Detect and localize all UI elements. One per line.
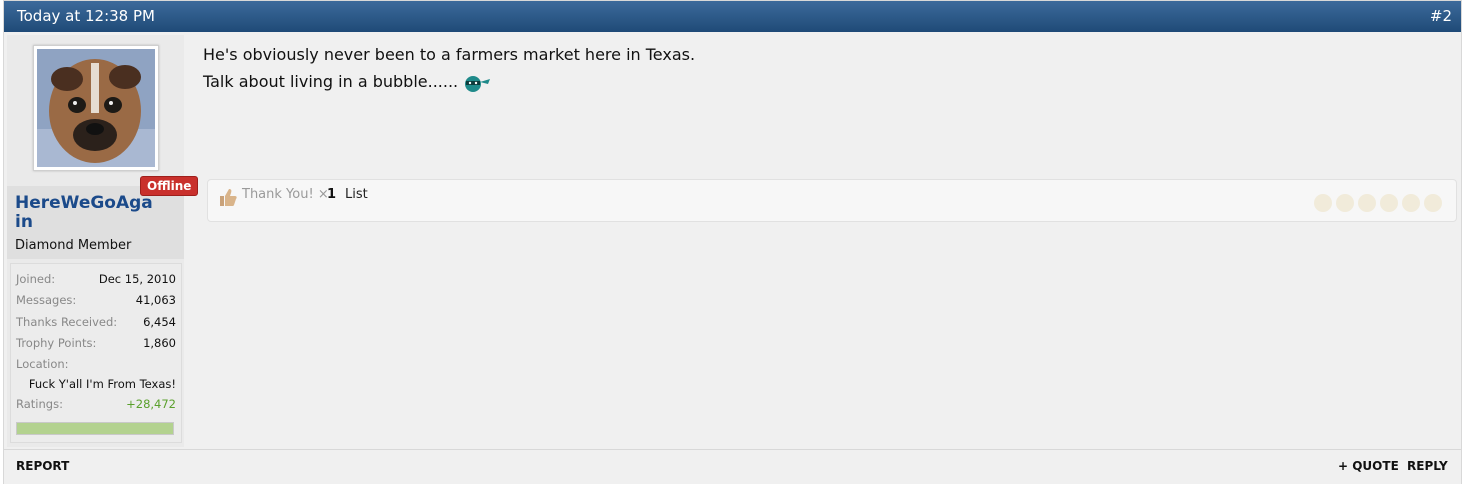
like-count: 1 <box>327 187 337 202</box>
username-link[interactable]: HereWeGoAgain <box>15 194 155 232</box>
avatar[interactable] <box>33 45 159 171</box>
trophy-icon[interactable] <box>1402 194 1420 212</box>
checkmark-icon[interactable] <box>1336 194 1354 212</box>
stat-label: Joined: <box>16 272 56 286</box>
post-footer: REPORT + QUOTE REPLY <box>4 449 1461 484</box>
status-badge: Offline <box>140 176 199 196</box>
user-name-box: HereWeGoAgain Diamond Member <box>7 186 184 259</box>
dog-avatar-icon <box>37 49 155 167</box>
stat-label: Trophy Points: <box>16 336 97 350</box>
post-number-link[interactable]: #2 <box>1430 7 1452 25</box>
stat-thanks: Thanks Received: 6,454 <box>16 315 176 329</box>
reaction-icons <box>1314 194 1442 212</box>
reply-button[interactable]: REPLY <box>1407 459 1448 473</box>
user-title: Diamond Member <box>15 238 132 253</box>
stat-value: Dec 15, 2010 <box>98 272 176 286</box>
like-label: Thank You! × <box>242 187 329 202</box>
location-value[interactable]: Fuck Y'all I'm From Texas! <box>29 377 176 391</box>
stat-messages: Messages: 41,063 <box>16 293 176 307</box>
ninja-emoji-icon <box>463 74 491 92</box>
stat-joined: Joined: Dec 15, 2010 <box>16 272 176 286</box>
stat-ratings: Ratings: +28,472 <box>16 397 176 411</box>
stat-location: Location: <box>16 357 176 371</box>
message-line: He's obviously never been to a farmers m… <box>203 45 696 64</box>
thumbs-up-icon[interactable] <box>1314 194 1332 212</box>
stat-label: Messages: <box>16 293 77 307</box>
stat-value: 6,454 <box>143 315 176 329</box>
likes-list-link[interactable]: List <box>345 187 368 202</box>
stat-trophy: Trophy Points: 1,860 <box>16 336 176 350</box>
post-header: Today at 12:38 PM #2 <box>4 1 1461 32</box>
laugh-icon[interactable] <box>1380 194 1398 212</box>
smiley-icon[interactable] <box>1358 194 1376 212</box>
likes-bar: Thank You! × 1 List <box>207 179 1457 222</box>
message-text: Talk about living in a bubble...... <box>203 72 459 91</box>
thumbs-up-icon <box>217 186 239 208</box>
stat-label: Ratings: <box>16 397 63 411</box>
quote-button[interactable]: + QUOTE <box>1338 459 1399 473</box>
stat-label: Thanks Received: <box>16 315 118 329</box>
stat-value[interactable]: 41,063 <box>136 293 176 307</box>
user-stats: Joined: Dec 15, 2010 Messages: 41,063 Th… <box>10 263 182 443</box>
rating-bar <box>16 422 174 435</box>
user-info-panel: HereWeGoAgain Diamond Member Offline Joi… <box>7 35 199 447</box>
message-line-2: Talk about living in a bubble...... <box>203 68 695 95</box>
post-container: Today at 12:38 PM #2 HereWeGoAgain Diamo… <box>3 0 1462 484</box>
report-button[interactable]: REPORT <box>16 459 69 473</box>
message-body: He's obviously never been to a farmers m… <box>203 41 695 95</box>
info-icon[interactable] <box>1424 194 1442 212</box>
stat-label: Location: <box>16 357 69 371</box>
stat-value[interactable]: +28,472 <box>126 397 176 411</box>
stat-value[interactable]: 1,860 <box>143 336 176 350</box>
post-date[interactable]: Today at 12:38 PM <box>17 7 155 25</box>
